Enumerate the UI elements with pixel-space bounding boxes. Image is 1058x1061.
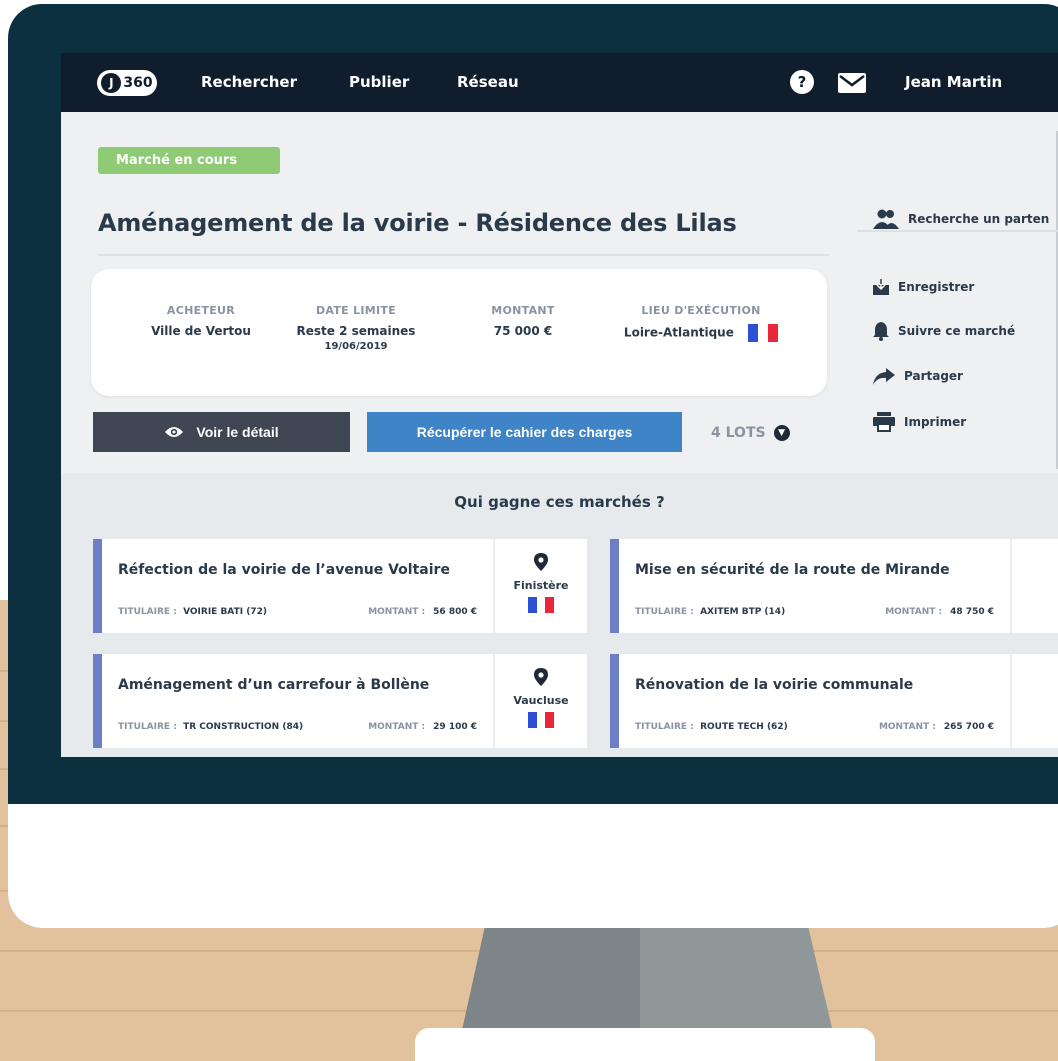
info-date: 19/06/2019 (324, 341, 388, 352)
card-accent-bar (610, 539, 619, 633)
card-accent-bar (610, 654, 619, 748)
view-detail-label: Voir le détail (196, 424, 279, 440)
winner-market-name[interactable]: Mise en sécurité de la route de Mirande (635, 562, 950, 578)
help-icon[interactable]: ? (790, 70, 814, 94)
region-name: Finistère (513, 579, 569, 592)
info-deadline: DATE LIMITE Reste 2 semaines 19/06/2019 (291, 304, 421, 352)
mail-icon[interactable] (837, 72, 867, 94)
info-amount: MONTANT 75 000 € (468, 304, 578, 338)
top-navigation: J 360 Rechercher Publier Réseau ? Jean Ma… (61, 53, 1058, 112)
winners-title: Qui gagne ces marchés ? (454, 493, 665, 511)
download-specs-button[interactable]: Récupérer le cahier des charges (367, 412, 682, 452)
winner-location: Vaucluse (493, 654, 587, 748)
search-partner-action[interactable]: Recherche un parten (873, 209, 1049, 229)
search-partner-label: Recherche un parten (908, 212, 1050, 226)
nav-link-reseau[interactable]: Réseau (457, 73, 519, 91)
save-label: Enregistrer (898, 280, 975, 294)
winner-market-name[interactable]: Rénovation de la voirie communale (635, 677, 913, 693)
winner-amount: MONTANT :48 750 € (885, 607, 994, 617)
info-value: 75 000 € (493, 324, 553, 338)
share-arrow-icon (873, 368, 895, 385)
winner-market-name[interactable]: Réfection de la voirie de l’avenue Volta… (118, 562, 450, 578)
info-label: DATE LIMITE (315, 304, 397, 317)
lots-label: 4 LOTS (711, 425, 766, 441)
info-value: Loire-Atlantique (623, 325, 734, 340)
page-title: Aménagement de la voirie - Résidence des… (98, 209, 737, 237)
users-icon (873, 209, 899, 229)
print-label: Imprimer (904, 415, 967, 429)
winner-card[interactable]: Réfection de la voirie de l’avenue Volta… (93, 539, 587, 633)
eye-icon (165, 427, 184, 437)
j360-logo[interactable]: J 360 (97, 70, 157, 96)
logo-letter: J (101, 73, 122, 93)
follow-action[interactable]: Suivre ce marché (873, 321, 1015, 341)
card-accent-bar (93, 654, 102, 748)
app-screen: J 360 Rechercher Publier Réseau ? Jean Ma… (61, 53, 1058, 757)
map-pin-icon (534, 668, 548, 686)
save-action[interactable]: Enregistrer (873, 279, 974, 295)
market-info-card: ACHETEUR Ville de Vertou DATE LIMITE Res… (91, 269, 827, 396)
winner-location (1010, 654, 1058, 748)
winner-card[interactable]: Aménagement d’un carrefour à Bollène TIT… (93, 654, 587, 748)
winner-holder: TITULAIRE : TR CONSTRUCTION (84) (118, 722, 304, 732)
card-accent-bar (93, 539, 102, 633)
france-flag-icon (528, 711, 554, 728)
share-label: Partager (904, 369, 963, 383)
winner-market-name[interactable]: Aménagement d’un carrefour à Bollène (118, 677, 429, 693)
print-action[interactable]: Imprimer (873, 412, 966, 432)
winner-card[interactable]: Rénovation de la voirie communale TITULA… (610, 654, 1058, 748)
region-name: Vaucluse (513, 694, 569, 707)
card-main: Rénovation de la voirie communale TITULA… (619, 654, 1008, 748)
user-menu[interactable]: Jean Martin (905, 73, 1002, 91)
chevron-down-icon: ▼ (773, 425, 790, 441)
info-label: LIEU D'EXÉCUTION (641, 304, 761, 317)
winner-amount: MONTANT :56 800 € (368, 607, 477, 617)
share-action[interactable]: Partager (873, 367, 963, 385)
info-label: ACHETEUR (166, 304, 236, 317)
info-value-row: Loire-Atlantique (616, 324, 786, 342)
info-buyer: ACHETEUR Ville de Vertou (141, 304, 261, 338)
winner-amount: MONTANT :29 100 € (368, 722, 477, 732)
download-icon (873, 279, 889, 295)
sidebar-divider (857, 230, 1058, 232)
bell-icon (873, 322, 889, 341)
card-main: Mise en sécurité de la route de Mirande … (619, 539, 1008, 633)
winner-location (1010, 539, 1058, 633)
map-pin-icon (534, 553, 548, 571)
status-badge: Marché en cours (98, 147, 280, 174)
info-value: Ville de Vertou (151, 324, 251, 338)
divider (98, 254, 829, 256)
winners-section: Qui gagne ces marchés ? Réfection de la … (61, 473, 1058, 757)
monitor-base (415, 1028, 875, 1061)
france-flag-icon (528, 596, 554, 613)
winner-holder: TITULAIRE : VOIRIE BATI (72) (118, 607, 267, 617)
follow-label: Suivre ce marché (898, 324, 1016, 338)
winner-amount: MONTANT :265 700 € (878, 722, 994, 732)
lots-dropdown[interactable]: 4 LOTS ▼ (711, 425, 790, 441)
winner-holder: TITULAIRE : AXITEM BTP (14) (635, 607, 786, 617)
card-main: Aménagement d’un carrefour à Bollène TIT… (102, 654, 491, 748)
winner-holder: TITULAIRE : ROUTE TECH (62) (635, 722, 788, 732)
nav-link-publier[interactable]: Publier (349, 73, 409, 91)
view-detail-button[interactable]: Voir le détail (93, 412, 350, 452)
monitor-chin (8, 804, 1058, 928)
card-main: Réfection de la voirie de l’avenue Volta… (102, 539, 491, 633)
info-label: MONTANT (491, 304, 555, 317)
nav-link-rechercher[interactable]: Rechercher (201, 73, 297, 91)
winner-card[interactable]: Mise en sécurité de la route de Mirande … (610, 539, 1058, 633)
winner-location: Finistère (493, 539, 587, 633)
printer-icon (873, 412, 895, 432)
info-value: Reste 2 semaines (296, 324, 416, 338)
logo-text: 360 (123, 75, 153, 91)
france-flag-icon (748, 324, 779, 342)
info-location: LIEU D'EXÉCUTION Loire-Atlantique (616, 304, 786, 342)
